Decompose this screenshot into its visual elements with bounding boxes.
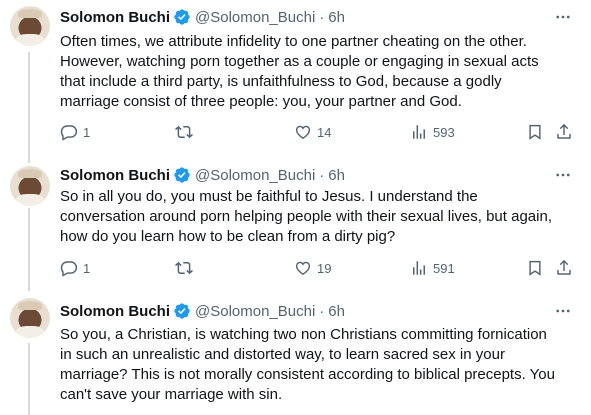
tweet-text-line: So in all you do, you must be faithful t… [60,188,478,205]
views-icon [413,125,425,139]
bookmark-button[interactable] [526,257,544,279]
retweet-icon [175,125,193,139]
tweet-3[interactable]: Solomon Buchi @Solomon_Buchi · 6h So you… [0,291,591,415]
more-icon [556,173,570,177]
tweet-text: So in all you do, you must be faithful t… [60,187,580,247]
separator-dot: · [319,166,325,184]
thread-connector [28,52,30,163]
share-button[interactable] [555,257,573,279]
author-handle[interactable]: @Solomon_Buchi [195,303,315,320]
bookmark-button[interactable] [526,121,544,143]
reply-button[interactable]: 1 [60,257,90,279]
retweet-button[interactable] [175,257,198,279]
views-button[interactable]: 593 [410,121,455,143]
separator-dot: · [319,302,325,320]
views-icon [413,261,425,275]
tweet-text-line: So you, a Christian, is watching two non… [60,326,547,343]
heart-icon [295,125,311,139]
reply-count: 1 [83,260,91,276]
author-handle[interactable]: @Solomon_Buchi [195,9,315,26]
tweet-2[interactable]: Solomon Buchi @Solomon_Buchi · 6h So in … [0,163,591,291]
author-handle[interactable]: @Solomon_Buchi [195,167,315,184]
like-count: 19 [317,260,332,276]
share-icon [557,259,571,275]
author-name[interactable]: Solomon Buchi [60,167,170,184]
avatar[interactable] [10,6,50,46]
tweet-text: Often times, we attribute infidelity to … [60,32,580,112]
more-icon [556,15,570,19]
tweet-text-line: in such an unrealistic and distorted way… [60,346,505,363]
separator-dot: · [319,8,325,26]
bookmark-icon [529,124,541,140]
reply-icon [60,261,78,277]
timestamp[interactable]: 6h [328,9,345,26]
author-name[interactable]: Solomon Buchi [60,303,170,320]
reply-icon [60,125,78,141]
tweet-text-line: conversation around porn helping people … [60,208,552,225]
timestamp[interactable]: 6h [328,303,345,320]
tweet-text-line: can't save your marriage with sin. [60,386,283,403]
verified-badge-icon [174,9,190,25]
tweet-header: Solomon Buchi @Solomon_Buchi · 6h [60,165,345,185]
timestamp[interactable]: 6h [328,167,345,184]
like-count: 14 [317,124,332,140]
reply-count: 1 [83,124,91,140]
tweet-text-line: how do you learn how to be clean from a … [60,228,396,245]
like-button[interactable]: 14 [294,121,331,143]
tweet-1[interactable]: Solomon Buchi @Solomon_Buchi · 6h Often … [0,0,591,163]
avatar[interactable] [10,298,50,338]
views-button[interactable]: 591 [410,257,455,279]
verified-badge-icon [174,303,190,319]
share-button[interactable] [555,121,573,143]
reply-button[interactable]: 1 [60,121,90,143]
tweet-text-line: However, watching porn together as a cou… [60,53,539,70]
tweet-actions: 1 19 591 [0,257,591,279]
heart-icon [295,261,311,275]
like-button[interactable]: 19 [294,257,331,279]
view-count: 591 [433,260,455,276]
tweet-header: Solomon Buchi @Solomon_Buchi · 6h [60,301,345,321]
retweet-icon [175,261,193,275]
more-options-button[interactable] [553,301,573,321]
tweet-text-line: Often times, we attribute infidelity to … [60,33,527,50]
share-icon [557,123,571,139]
tweet-text-line: that include a third party, is unfaithfu… [60,73,502,90]
more-options-button[interactable] [553,165,573,185]
thread-connector [28,343,30,415]
tweet-text-line: marriage consist of three people: you, y… [60,93,462,110]
view-count: 593 [433,124,455,140]
tweet-text: So you, a Christian, is watching two non… [60,325,580,405]
tweet-header: Solomon Buchi @Solomon_Buchi · 6h [60,7,345,27]
author-name[interactable]: Solomon Buchi [60,9,170,26]
more-icon [556,309,570,313]
more-options-button[interactable] [553,7,573,27]
avatar[interactable] [10,166,50,206]
bookmark-icon [529,260,541,276]
tweet-actions: 1 14 593 [0,121,591,143]
tweet-text-line: marriage? This is not morally consistent… [60,366,555,383]
verified-badge-icon [174,167,190,183]
retweet-button[interactable] [175,121,198,143]
